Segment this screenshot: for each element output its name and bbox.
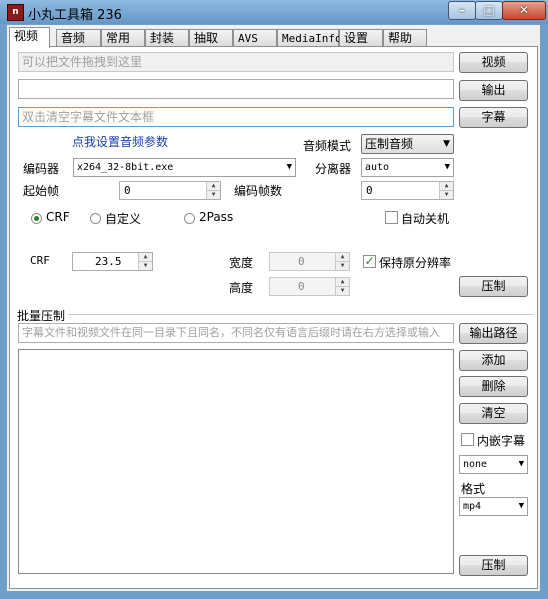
tab-common[interactable]: 常用 [101,29,145,46]
tab-mediainfo[interactable]: MediaInfo [277,29,342,46]
tab-settings[interactable]: 设置 [339,29,383,46]
video-button[interactable]: 视频 [459,52,528,73]
tab-avs[interactable]: AVS [233,29,277,46]
height-label: 高度 [229,281,254,295]
close-button[interactable]: ✕ [502,1,546,20]
auto-shutdown-label: 自动关机 [401,212,450,226]
app-window: n 小丸工具箱 236 – □ ✕ 视频 音频 常用 封装 抽取 AVS Med… [0,0,548,599]
audio-mode-select[interactable]: 压制音频 ▼ [361,134,454,154]
encoder-select[interactable]: x264_32-8bit.exe ▼ [73,158,296,177]
spin-up-icon[interactable]: ▲ [138,253,152,262]
maximize-icon: □ [483,3,495,17]
maximize-button[interactable]: □ [475,1,503,20]
output-button[interactable]: 输出 [459,80,528,101]
spin-down-icon[interactable]: ▼ [439,191,453,199]
subtitle-lang-select[interactable]: none ▼ [459,455,528,474]
chevron-down-icon: ▼ [518,459,524,469]
width-spinner[interactable]: 0 ▲ ▼ [269,252,350,271]
subtitle-button[interactable]: 字幕 [459,107,528,128]
window-title: 小丸工具箱 236 [28,8,122,23]
minimize-button[interactable]: – [448,1,476,20]
auto-shutdown-checkbox[interactable] [385,211,398,224]
spin-down-icon[interactable]: ▼ [206,191,220,199]
spin-down-icon[interactable]: ▼ [138,262,152,270]
start-frame-spinner[interactable]: 0 ▲ ▼ [119,181,221,200]
tab-extract[interactable]: 抽取 [189,29,233,46]
clear-button[interactable]: 清空 [459,403,528,424]
height-spinner[interactable]: 0 ▲ ▼ [269,277,350,296]
width-value: 0 [298,255,305,268]
splitter-label: 分离器 [315,162,352,176]
keep-resolution-label: 保持原分辨率 [379,256,452,270]
batch-file-list[interactable] [18,349,454,574]
chevron-down-icon: ▼ [518,501,524,511]
encode-button[interactable]: 压制 [459,276,528,297]
crf-radio[interactable] [31,213,42,224]
encode-frames-value: 0 [366,184,373,197]
crf-spinner[interactable]: 23.5 ▲ ▼ [72,252,153,271]
spin-down-icon[interactable]: ▼ [335,287,349,295]
spin-up-icon[interactable]: ▲ [439,182,453,191]
spin-up-icon[interactable]: ▲ [335,253,349,262]
tab-mux[interactable]: 封装 [145,29,189,46]
chevron-down-icon: ▼ [286,162,292,172]
tab-audio[interactable]: 音频 [56,29,101,46]
start-frame-value: 0 [124,184,131,197]
start-frame-label: 起始帧 [23,184,60,198]
chevron-down-icon: ▼ [444,162,450,172]
height-value: 0 [298,280,305,293]
splitter-value: auto [365,162,390,173]
2pass-radio[interactable] [184,213,195,224]
encoder-label: 编码器 [23,162,60,176]
audio-mode-label: 音频模式 [303,139,352,153]
group-divider [68,314,534,315]
spin-up-icon[interactable]: ▲ [206,182,220,191]
embed-subtitle-checkbox[interactable] [461,433,474,446]
add-button[interactable]: 添加 [459,350,528,371]
subtitle-lang-value: none [463,459,488,470]
crf-value: 23.5 [95,255,122,268]
spin-up-icon[interactable]: ▲ [335,278,349,287]
title-bar[interactable]: n 小丸工具箱 236 – □ ✕ [0,0,548,24]
audio-mode-value: 压制音频 [365,137,414,151]
audio-settings-link[interactable]: 点我设置音频参数 [72,133,168,150]
embed-subtitle-label: 内嵌字幕 [477,434,526,448]
format-label: 格式 [461,482,486,496]
app-icon: n [7,4,24,21]
minimize-icon: – [459,3,465,17]
tab-video[interactable]: 视频 [9,27,50,48]
close-icon: ✕ [518,3,530,17]
batch-group-label: 批量压制 [17,309,66,323]
spin-down-icon[interactable]: ▼ [335,262,349,270]
custom-radio[interactable] [90,213,101,224]
batch-encode-button[interactable]: 压制 [459,555,528,576]
video-tab-panel: 可以把文件拖拽到这里 视频 输出 双击清空字幕文件文本框 字幕 点我设置音频参数… [9,46,538,589]
output-field[interactable] [18,79,454,99]
output-path-button[interactable]: 输出路径 [459,323,528,344]
width-label: 宽度 [229,256,254,270]
video-drop-field[interactable]: 可以把文件拖拽到这里 [18,52,454,72]
batch-hint-field[interactable]: 字幕文件和视频文件在同一目录下且同名，不同名仅有语言后缀时请在右方选择或输入 [18,323,454,343]
crf-label: CRF [30,254,50,267]
encode-frames-label: 编码帧数 [234,184,283,198]
client-area: 视频 音频 常用 封装 抽取 AVS MediaInfo 设置 帮助 可以把文件… [7,25,540,591]
delete-button[interactable]: 删除 [459,376,528,397]
format-value: mp4 [463,501,482,512]
tab-help[interactable]: 帮助 [383,29,427,46]
subtitle-field[interactable]: 双击清空字幕文件文本框 [18,107,454,127]
chevron-down-icon: ▼ [443,139,450,149]
splitter-select[interactable]: auto ▼ [361,158,454,177]
encode-frames-spinner[interactable]: 0 ▲ ▼ [361,181,454,200]
encoder-value: x264_32-8bit.exe [77,162,174,173]
crf-radio-label: CRF [46,210,70,224]
keep-resolution-checkbox[interactable]: ✓ [363,255,376,268]
2pass-radio-label: 2Pass [199,210,234,224]
format-select[interactable]: mp4 ▼ [459,497,528,516]
custom-radio-label: 自定义 [105,212,142,226]
